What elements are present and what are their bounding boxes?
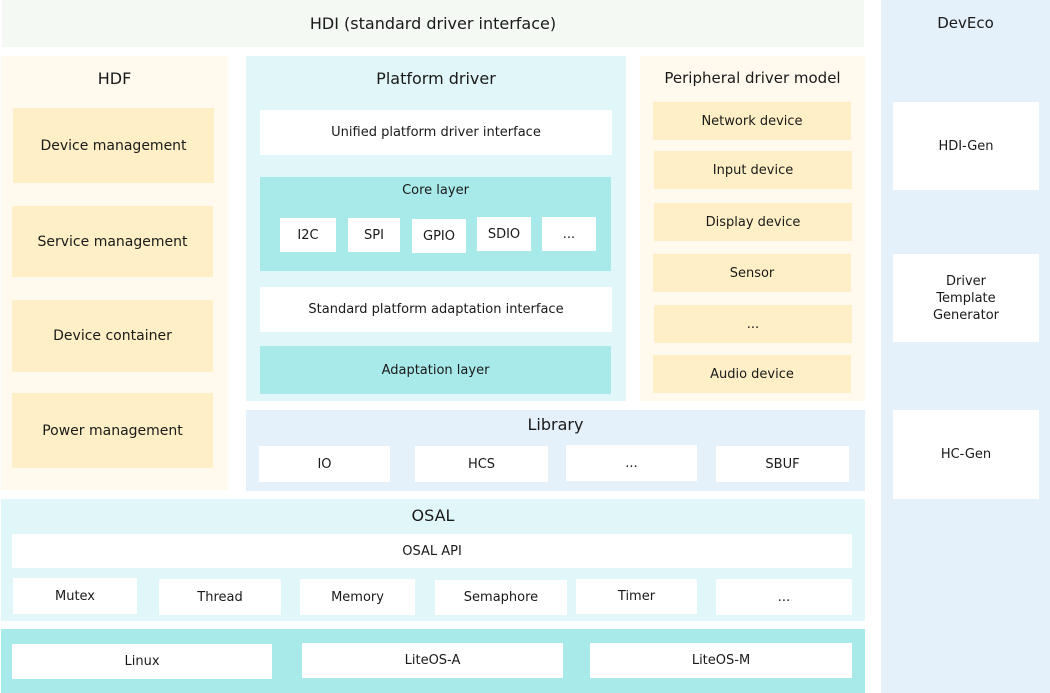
hdi-label: HDI (standard driver interface) xyxy=(309,14,557,33)
library-item-label: HCS xyxy=(467,456,496,472)
peripheral-item-label: Audio device xyxy=(710,366,794,382)
osal-item-label: ... xyxy=(777,589,791,605)
hdf-item-label: Service management xyxy=(37,233,188,250)
adaptation-layer-label: Adaptation layer xyxy=(381,362,490,378)
osal-item: Thread xyxy=(159,579,281,615)
peripheral-item: Sensor xyxy=(653,254,851,292)
tool-label: Driver Template Generator xyxy=(932,273,999,323)
peripheral-item-label: Display device xyxy=(705,214,801,230)
core-item-label: SDIO xyxy=(487,226,521,242)
peripheral-item: Display device xyxy=(654,203,852,241)
library-title: Library xyxy=(527,415,584,434)
peripheral-item: Audio device xyxy=(653,355,851,393)
peripheral-item: Input device xyxy=(654,151,852,189)
core-item-label: I2C xyxy=(297,227,319,243)
osal-api-label: OSAL API xyxy=(402,543,462,559)
library-item-label: IO xyxy=(317,456,332,472)
deveco-tool-hdi-gen: HDI-Gen xyxy=(893,102,1039,190)
core-item: GPIO xyxy=(412,219,466,253)
library-item: HCS xyxy=(415,446,548,482)
unified-platform-interface: Unified platform driver interface xyxy=(260,110,612,155)
kernel-item: LiteOS-A xyxy=(302,643,563,678)
osal-item: Mutex xyxy=(13,578,137,614)
tool-label: HC-Gen xyxy=(940,447,992,462)
osal-title: OSAL xyxy=(411,506,455,525)
deveco-title: DevEco xyxy=(937,14,994,32)
library-item: ... xyxy=(566,445,697,481)
tool-label: HDI-Gen xyxy=(938,138,994,154)
adaptation-layer: Adaptation layer xyxy=(260,346,611,394)
hdf-item-label: Device management xyxy=(40,137,187,154)
osal-item-label: Memory xyxy=(331,589,384,605)
osal-item: Timer xyxy=(576,579,697,614)
osal-item-label: Thread xyxy=(197,589,243,605)
adaptation-interface-label: Standard platform adaptation interface xyxy=(308,302,564,317)
hdf-item: Power management xyxy=(12,393,213,468)
osal-item-label: Mutex xyxy=(54,588,95,604)
peripheral-item-label: Input device xyxy=(712,162,794,178)
adaptation-interface: Standard platform adaptation interface xyxy=(260,287,612,332)
core-item: SDIO xyxy=(477,217,531,251)
peripheral-item-label: ... xyxy=(746,316,760,332)
hdf-item-label: Device container xyxy=(53,328,172,344)
platform-driver-title: Platform driver xyxy=(376,69,496,88)
hdf-item: Device management xyxy=(13,108,214,183)
core-item-label: SPI xyxy=(364,227,384,243)
core-layer-title: Core layer xyxy=(402,183,469,198)
unified-interface-label: Unified platform driver interface xyxy=(331,125,541,140)
osal-item-label: Semaphore xyxy=(463,590,539,605)
hdi-layer: HDI (standard driver interface) xyxy=(2,0,864,47)
library-item-label: SBUF xyxy=(765,456,800,472)
hdf-item: Device container xyxy=(12,300,213,372)
kernel-item: LiteOS-M xyxy=(590,643,852,678)
kernel-item-label: Linux xyxy=(124,654,160,669)
hdf-item-label: Power management xyxy=(42,422,183,439)
core-item: ... xyxy=(542,217,596,251)
kernel-item-label: LiteOS-A xyxy=(404,653,461,668)
core-item: SPI xyxy=(348,218,400,252)
osal-item-label: Timer xyxy=(617,589,656,604)
peripheral-title: Peripheral driver model xyxy=(664,69,841,87)
core-item-label: GPIO xyxy=(423,228,455,244)
hdf-title: HDF xyxy=(97,69,132,88)
peripheral-item-label: Sensor xyxy=(729,265,775,281)
library-item: SBUF xyxy=(716,446,849,482)
hdf-item: Service management xyxy=(12,206,213,277)
peripheral-item-label: Network device xyxy=(701,113,803,129)
osal-item: Memory xyxy=(300,579,415,615)
core-item: I2C xyxy=(280,218,336,252)
library-item-label: ... xyxy=(625,455,638,471)
kernel-item: Linux xyxy=(12,644,272,679)
core-item-label: ... xyxy=(562,226,576,242)
peripheral-item: ... xyxy=(654,305,852,343)
deveco-tool-hc-gen: HC-Gen xyxy=(893,410,1039,499)
deveco-tool-driver-template-generator: Driver Template Generator xyxy=(893,254,1039,342)
osal-api: OSAL API xyxy=(12,534,852,568)
peripheral-item: Network device xyxy=(653,102,851,140)
osal-item: ... xyxy=(716,579,852,615)
kernel-item-label: LiteOS-M xyxy=(691,653,751,668)
osal-item: Semaphore xyxy=(435,580,567,615)
library-item: IO xyxy=(259,446,390,482)
